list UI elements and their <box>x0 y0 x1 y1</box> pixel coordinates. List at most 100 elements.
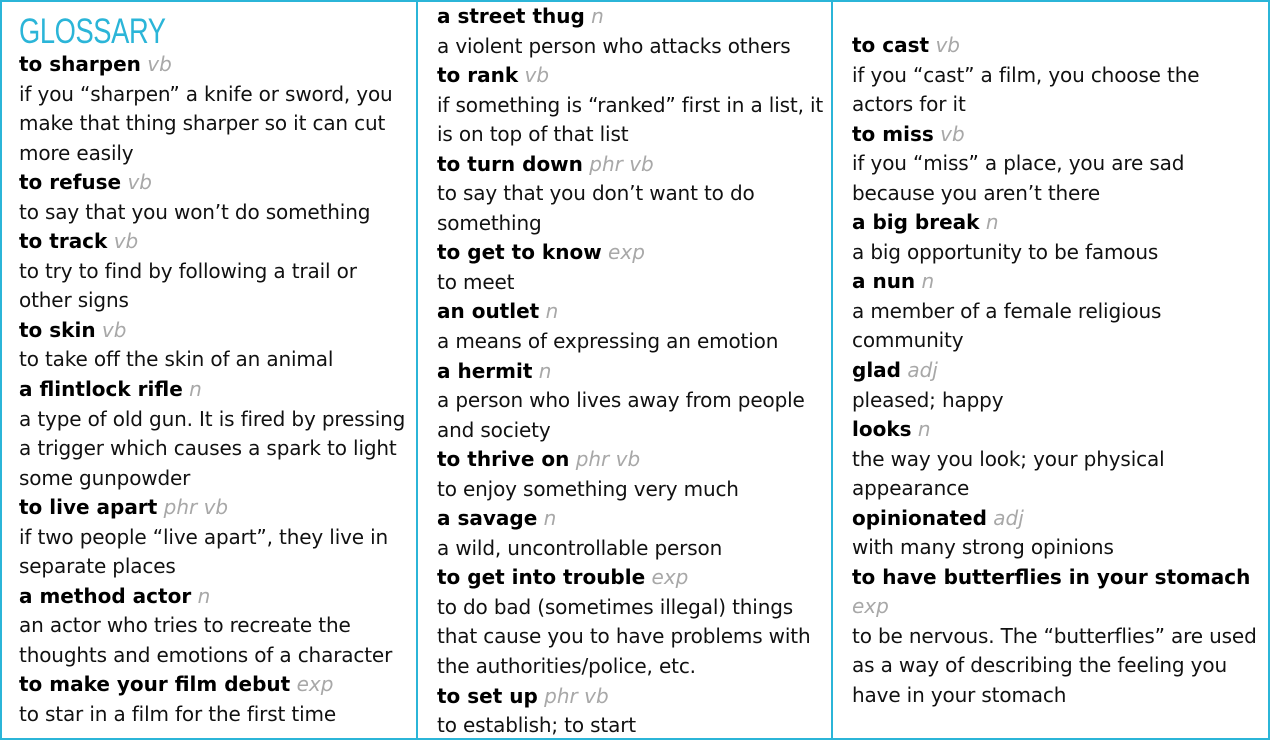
glossary-term: to get into trouble <box>437 565 646 590</box>
glossary-term: to track <box>19 229 108 254</box>
glossary-term: an outlet <box>437 299 540 324</box>
glossary-term: a street thug <box>437 4 585 28</box>
part-of-speech: exp <box>608 240 645 265</box>
glossary-term-line: to turn down phr vb <box>437 150 825 180</box>
glossary-term: to cast <box>852 33 930 57</box>
glossary-term-line: to set up phr vb <box>437 682 825 712</box>
glossary-definition: a person who lives away from people and … <box>437 388 805 442</box>
glossary-term-line: glad adj <box>852 356 1260 386</box>
glossary-entry: to get into trouble exp to do bad (someti… <box>437 563 825 681</box>
glossary-term-line: to rank vb <box>437 61 825 91</box>
glossary-term-line: to track vb <box>19 227 408 257</box>
glossary-entry: to sharpen vb if you “sharpen” a knife or… <box>19 50 408 168</box>
glossary-definition: to do bad (sometimes illegal) things tha… <box>437 594 811 679</box>
glossary-entry: to refuse vb to say that you won’t do som… <box>19 168 408 227</box>
glossary-definition: a big opportunity to be famous <box>852 239 1159 264</box>
glossary-definition: a member of a female religious community <box>852 298 1162 353</box>
glossary-definition: pleased; happy <box>852 387 1004 412</box>
glossary-definition: an actor who tries to recreate the thoug… <box>19 613 393 667</box>
glossary-term-line: to get into trouble exp <box>437 563 825 593</box>
glossary-term: to have butterflies in your stomach <box>852 564 1251 589</box>
part-of-speech: vb <box>127 170 152 195</box>
glossary-entry: to have butterflies in your stomach exp t… <box>852 563 1260 711</box>
glossary-term: glad <box>852 358 901 383</box>
glossary-entry: to get to know exp to meet <box>437 238 825 297</box>
glossary-definition: with many strong opinions <box>852 535 1114 560</box>
glossary-term-line: a street thug n <box>437 2 825 32</box>
glossary-term-line: to sharpen vb <box>19 50 408 80</box>
part-of-speech: n <box>985 210 999 235</box>
glossary-term-line: a nun n <box>852 267 1260 297</box>
glossary-entry: a hermit na person who lives away from p… <box>437 357 825 446</box>
glossary-page: GLOSSARY to sharpen vb if you “sharpen” a… <box>0 0 1270 744</box>
part-of-speech: adj <box>907 358 938 383</box>
part-of-speech: vb <box>113 229 139 254</box>
glossary-term: to turn down <box>437 151 583 176</box>
glossary-term: a big break <box>852 210 980 235</box>
glossary-term-line: to skin vb <box>19 316 408 346</box>
glossary-term-line: an outlet n <box>437 297 825 327</box>
glossary-term-line: a method actor n <box>19 582 408 612</box>
glossary-term: to set up <box>437 683 538 708</box>
glossary-definition: to establish; to start <box>437 713 636 738</box>
glossary-definition: to say that you don’t want to do somethi… <box>437 181 755 235</box>
part-of-speech: exp <box>852 594 889 619</box>
glossary-entry: to live apart phr vb if two people “live … <box>19 493 408 582</box>
glossary-term: to make your film debut <box>19 672 291 697</box>
glossary-entry: opinionated adj with many strong opinions <box>852 504 1260 563</box>
part-of-speech: vb <box>935 33 960 57</box>
glossary-term: to skin <box>19 317 96 342</box>
part-of-speech: n <box>538 358 552 383</box>
glossary-column-2: a street thug na violent person who atta… <box>416 0 833 740</box>
part-of-speech: n <box>545 299 559 324</box>
glossary-entry: a method actor n an actor who tries to re… <box>19 582 408 671</box>
part-of-speech: vb <box>147 52 172 76</box>
part-of-speech: phr vb <box>163 495 229 520</box>
part-of-speech: n <box>543 506 557 531</box>
glossary-term: to thrive on <box>437 447 570 472</box>
glossary-definition: a type of old gun. It is fired by pressi… <box>19 406 406 490</box>
glossary-term-line: to have butterflies in your stomach exp <box>852 563 1260 622</box>
glossary-entry: a flintlock rifle n a type of old gun. It… <box>19 375 408 493</box>
glossary-definition: to enjoy something very much <box>437 476 739 501</box>
glossary-term-line: looks n <box>852 415 1260 445</box>
part-of-speech: n <box>189 377 202 402</box>
glossary-title: GLOSSARY <box>19 12 166 51</box>
glossary-term-line: to live apart phr vb <box>19 493 408 523</box>
glossary-term-line: to cast vb <box>852 31 1260 61</box>
glossary-term-line: to refuse vb <box>19 168 408 198</box>
glossary-term: to sharpen <box>19 52 141 76</box>
glossary-term-line: to thrive on phr vb <box>437 445 825 475</box>
part-of-speech: exp <box>651 565 689 590</box>
glossary-definition: if you “sharpen” a knife or sword, you m… <box>19 81 393 165</box>
part-of-speech: n <box>917 417 931 442</box>
glossary-definition: if you “miss” a place, you are sad becau… <box>852 151 1185 205</box>
glossary-term: to refuse <box>19 170 122 195</box>
part-of-speech: vb <box>101 317 127 342</box>
glossary-entry: to skin vb to take off the skin of an ani… <box>19 316 408 375</box>
glossary-entry: a savage na wild, uncontrollable person <box>437 504 825 563</box>
glossary-term: a savage <box>437 506 538 531</box>
glossary-term-line: to miss vb <box>852 120 1260 150</box>
glossary-entry: to turn down phr vb to say that you don’t… <box>437 150 825 239</box>
glossary-term: to rank <box>437 63 519 88</box>
glossary-definition: to try to find by following a trail or o… <box>19 258 357 313</box>
glossary-term: a nun <box>852 269 916 294</box>
glossary-term-line: opinionated adj <box>852 504 1260 534</box>
glossary-column-3: to cast vb if you “cast” a film, you choo… <box>831 0 1270 740</box>
glossary-definition: to star in a film for the first time <box>19 702 336 727</box>
glossary-term: opinionated <box>852 505 987 530</box>
glossary-entry: to cast vb if you “cast” a film, you choo… <box>852 31 1260 120</box>
glossary-term: to live apart <box>19 495 158 520</box>
glossary-entry: to miss vb if you “miss” a place, you are… <box>852 120 1260 209</box>
part-of-speech: vb <box>940 121 965 146</box>
glossary-column-1: GLOSSARY to sharpen vb if you “sharpen” a… <box>0 0 418 740</box>
glossary-entry: to set up phr vb to establish; to start <box>437 682 825 738</box>
glossary-definition: to say that you won’t do something <box>19 199 371 224</box>
glossary-definition: if something is “ranked” first in a list… <box>437 92 824 147</box>
glossary-term: looks <box>852 417 912 442</box>
glossary-term: to get to know <box>437 240 602 265</box>
glossary-entry: looks n the way you look; your physical a… <box>852 415 1260 504</box>
glossary-term: a flintlock rifle <box>19 377 183 402</box>
part-of-speech: adj <box>993 505 1024 530</box>
